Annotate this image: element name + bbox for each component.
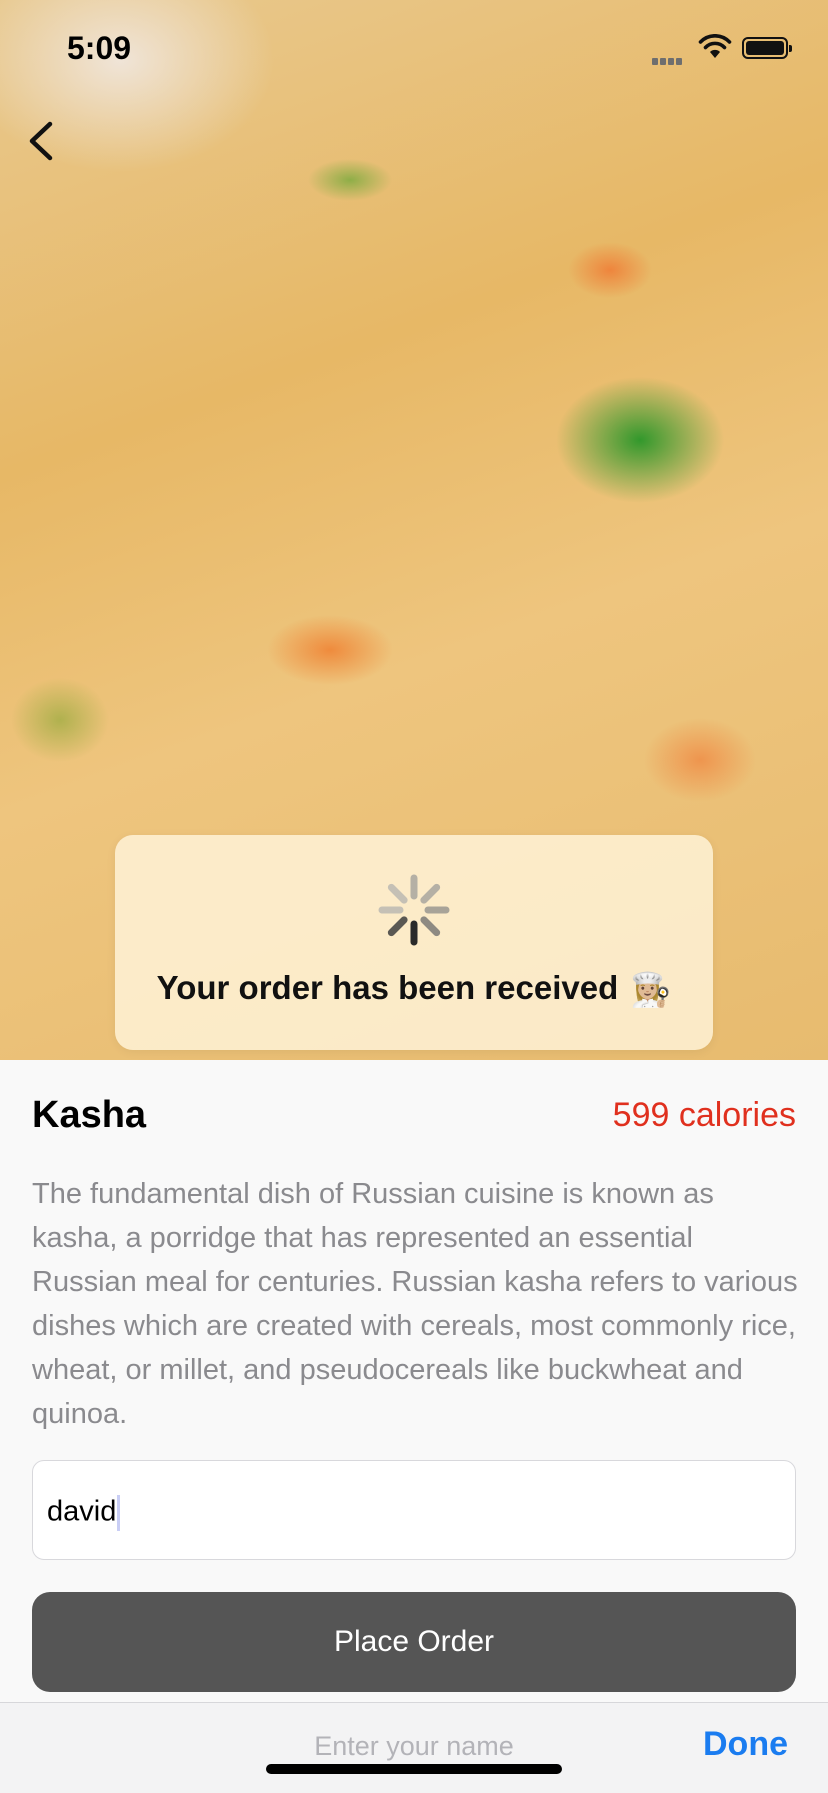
text-caret xyxy=(117,1495,121,1531)
name-input[interactable]: david xyxy=(32,1460,796,1560)
order-received-toast: Your order has been received 👩🏼‍🍳 xyxy=(115,835,713,1050)
chef-emoji-icon: 👩🏼‍🍳 xyxy=(630,970,672,1008)
loading-spinner-icon xyxy=(378,874,450,946)
status-time: 5:09 xyxy=(67,30,132,66)
place-order-button[interactable]: Place Order xyxy=(32,1592,796,1692)
back-chevron-icon[interactable] xyxy=(22,118,62,164)
done-button[interactable]: Done xyxy=(703,1725,788,1764)
home-indicator[interactable] xyxy=(266,1764,562,1774)
status-bar: 5:09 xyxy=(0,0,828,100)
name-input-value: david xyxy=(47,1495,117,1528)
calories-label: 599 calories xyxy=(612,1096,796,1134)
wifi-icon xyxy=(698,34,732,58)
dish-title: Kasha xyxy=(32,1094,147,1136)
toast-message: Your order has been received xyxy=(156,969,619,1006)
cellular-signal-icon xyxy=(652,52,684,70)
dish-description: The fundamental dish of Russian cuisine … xyxy=(32,1178,798,1430)
battery-icon xyxy=(742,37,792,59)
dish-photo: 5:09 Your order has been received xyxy=(0,0,828,1060)
keyboard-toolbar: Enter your name Done xyxy=(0,1702,828,1793)
